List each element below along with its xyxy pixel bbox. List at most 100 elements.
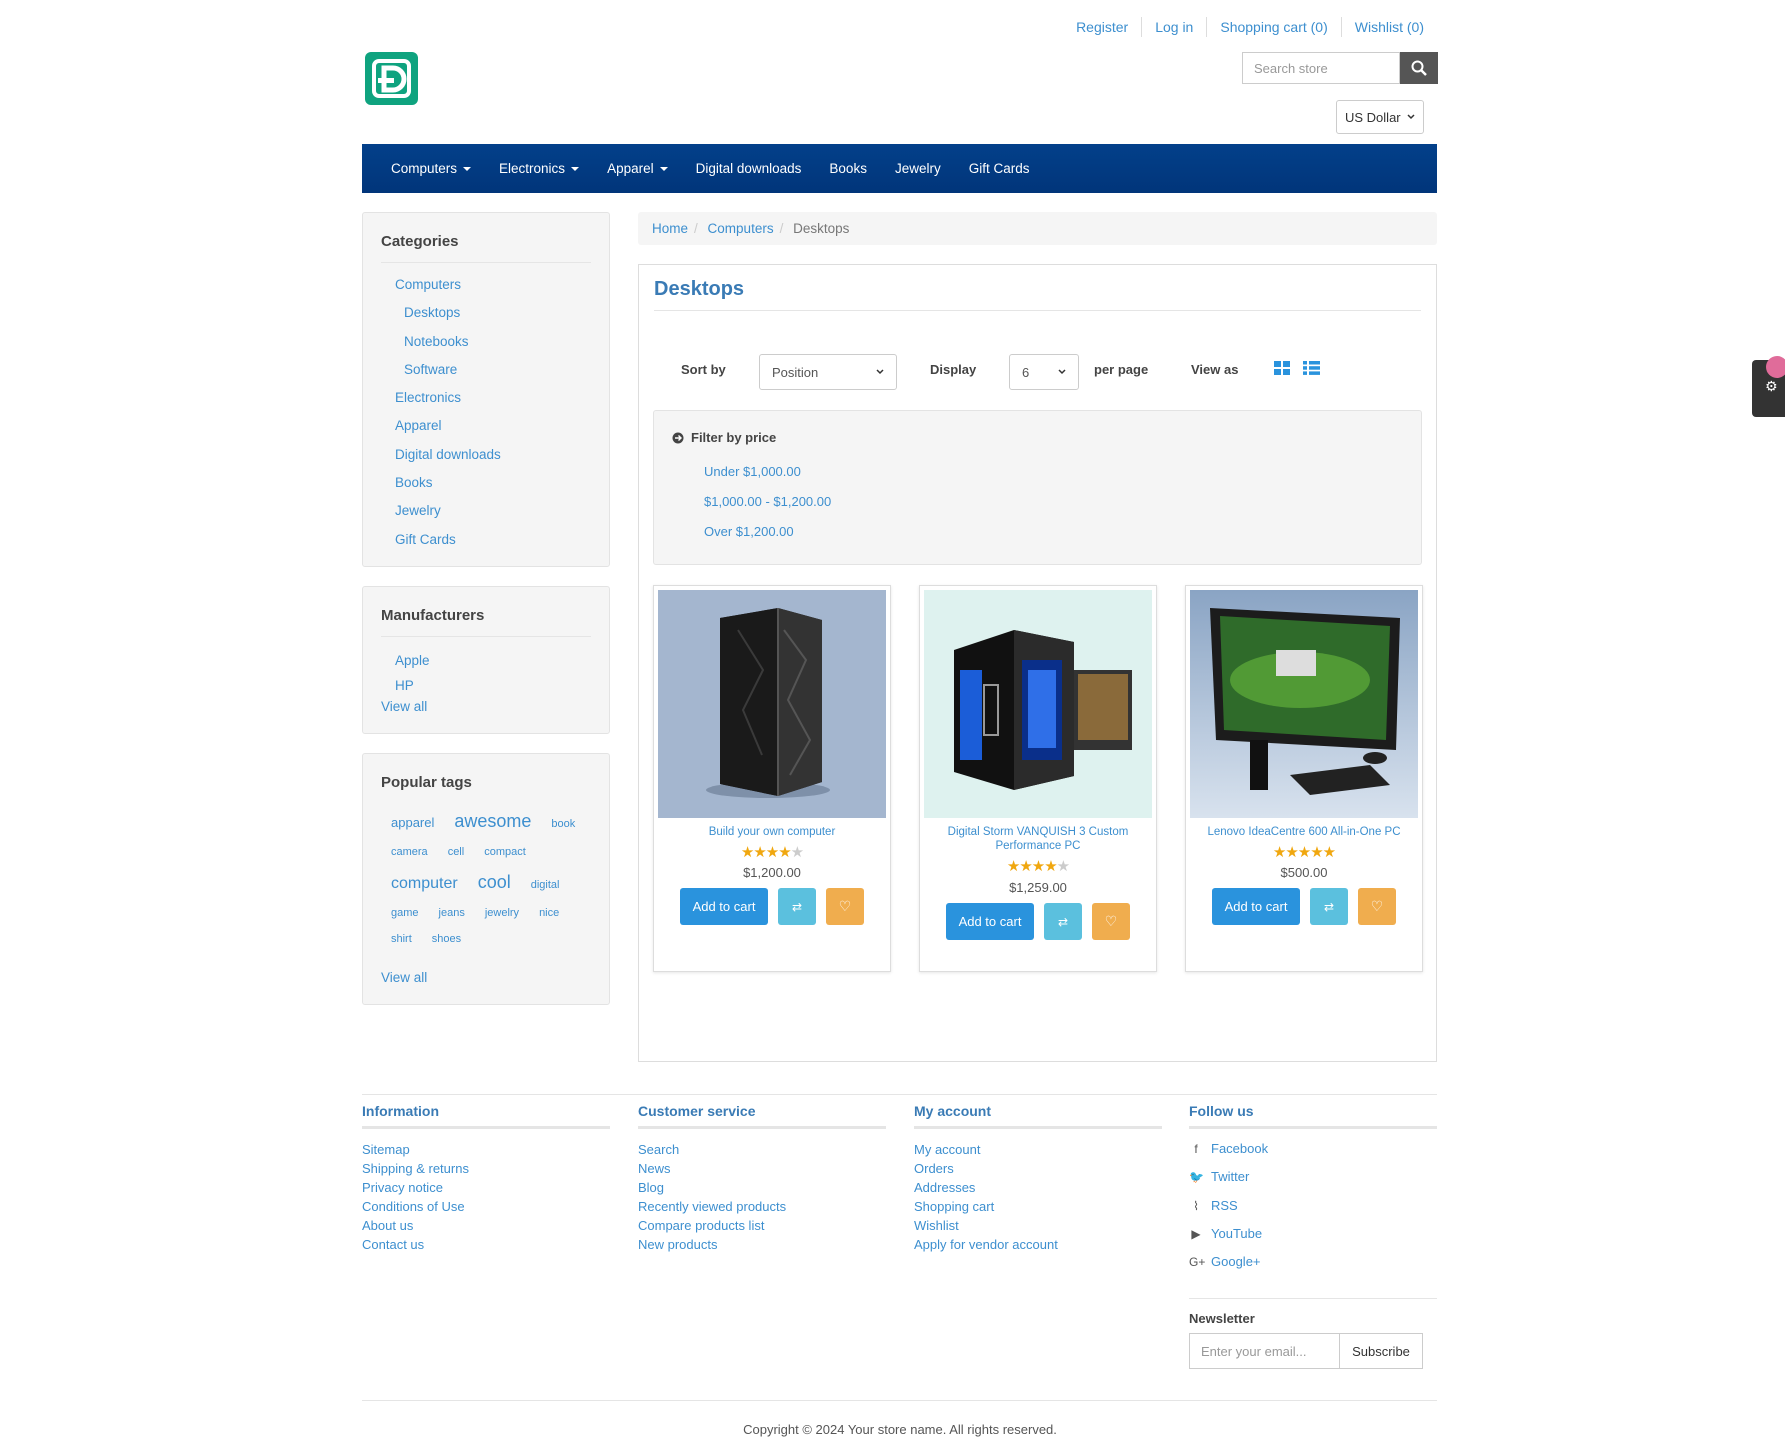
tag-digital[interactable]: digital: [531, 879, 560, 891]
footer-link-addresses[interactable]: Addresses: [914, 1180, 975, 1195]
breadcrumb-computers[interactable]: Computers: [708, 221, 774, 236]
add-to-cart-button[interactable]: Add to cart: [680, 888, 768, 925]
nav-item-gift-cards[interactable]: Gift Cards: [969, 161, 1030, 176]
manufacturers-view-all[interactable]: View all: [381, 699, 427, 714]
newsletter-email-input[interactable]: Enter your email...: [1189, 1333, 1340, 1369]
nav-item-jewelry[interactable]: Jewelry: [895, 161, 941, 176]
tag-shirt[interactable]: shirt: [391, 933, 412, 945]
footer-link-conditions-of-use[interactable]: Conditions of Use: [362, 1199, 465, 1214]
sidebar-item-apparel[interactable]: Apparel: [395, 418, 442, 433]
tag-camera[interactable]: camera: [391, 846, 428, 858]
shopping-cart-link[interactable]: Shopping cart (0): [1206, 17, 1340, 37]
compare-button[interactable]: ⇄: [1310, 888, 1348, 925]
breadcrumb: Home / Computers / Desktops: [638, 212, 1437, 245]
social-link-rss[interactable]: RSS: [1211, 1192, 1238, 1220]
tag-apparel[interactable]: apparel: [391, 815, 434, 830]
compare-icon: ⇄: [1323, 899, 1335, 914]
tag-nice[interactable]: nice: [539, 907, 559, 919]
sidebar-item-desktops[interactable]: Desktops: [404, 305, 460, 320]
product-name[interactable]: Build your own computer: [664, 825, 880, 839]
compare-button[interactable]: ⇄: [1044, 903, 1082, 940]
footer-link-blog[interactable]: Blog: [638, 1180, 664, 1195]
footer-link-sitemap[interactable]: Sitemap: [362, 1142, 410, 1157]
social-link-facebook[interactable]: Facebook: [1211, 1135, 1268, 1163]
footer-link-search[interactable]: Search: [638, 1142, 679, 1157]
social-link-youtube[interactable]: YouTube: [1211, 1220, 1262, 1248]
search-button[interactable]: [1400, 52, 1438, 84]
sidebar-item-books[interactable]: Books: [395, 475, 433, 490]
product-name[interactable]: Digital Storm VANQUISH 3 Custom Performa…: [930, 825, 1146, 853]
tag-jeans[interactable]: jeans: [439, 907, 465, 919]
price-range-under-1000[interactable]: Under $1,000.00: [704, 464, 801, 479]
footer-link-wishlist[interactable]: Wishlist: [914, 1218, 959, 1233]
sidebar-item-gift-cards[interactable]: Gift Cards: [395, 532, 456, 547]
add-to-wishlist-button[interactable]: ♡: [826, 888, 864, 925]
footer-link-new-products[interactable]: New products: [638, 1237, 717, 1252]
add-to-cart-button[interactable]: Add to cart: [946, 903, 1034, 940]
tag-cool[interactable]: cool: [478, 872, 511, 893]
add-to-wishlist-button[interactable]: ♡: [1092, 903, 1130, 940]
nav-item-computers[interactable]: Computers: [391, 161, 472, 176]
sidebar-item-digital-downloads[interactable]: Digital downloads: [395, 447, 501, 462]
tag-compact[interactable]: compact: [484, 846, 526, 858]
price-range-over-1200[interactable]: Over $1,200.00: [704, 524, 794, 539]
tag-awesome[interactable]: awesome: [454, 811, 531, 832]
manufacturer-apple[interactable]: Apple: [395, 653, 430, 668]
add-to-wishlist-button[interactable]: ♡: [1358, 888, 1396, 925]
sidebar-item-computers[interactable]: Computers: [395, 277, 461, 292]
sidebar-item-software[interactable]: Software: [404, 362, 457, 377]
social-link-twitter[interactable]: Twitter: [1211, 1163, 1249, 1191]
register-link[interactable]: Register: [1063, 17, 1141, 37]
footer-link-news[interactable]: News: [638, 1161, 671, 1176]
wishlist-link[interactable]: Wishlist (0): [1340, 17, 1437, 37]
view-as-label: View as: [1191, 362, 1239, 377]
subscribe-button[interactable]: Subscribe: [1340, 1333, 1423, 1369]
price-filter-toggle[interactable]: Filter by price: [672, 430, 776, 445]
footer-link-contact-us[interactable]: Contact us: [362, 1237, 424, 1252]
page-size-select[interactable]: 6: [1009, 354, 1079, 390]
footer-link-orders[interactable]: Orders: [914, 1161, 954, 1176]
sidebar-item-jewelry[interactable]: Jewelry: [395, 503, 441, 518]
compare-button[interactable]: ⇄: [778, 888, 816, 925]
product-image[interactable]: [1190, 590, 1418, 818]
footer-link-recently-viewed-products[interactable]: Recently viewed products: [638, 1199, 786, 1214]
footer-link-apply-for-vendor-account[interactable]: Apply for vendor account: [914, 1237, 1058, 1252]
product-name[interactable]: Lenovo IdeaCentre 600 All-in-One PC: [1196, 825, 1412, 839]
footer-link-shopping-cart[interactable]: Shopping cart: [914, 1199, 994, 1214]
price-range-1000-1200[interactable]: $1,000.00 - $1,200.00: [704, 494, 831, 509]
manufacturer-hp[interactable]: HP: [395, 678, 414, 693]
footer-link-shipping-returns[interactable]: Shipping & returns: [362, 1161, 469, 1176]
grid-view-button[interactable]: [1274, 361, 1290, 380]
tag-computer[interactable]: computer: [391, 875, 458, 893]
tag-shoes[interactable]: shoes: [432, 933, 461, 945]
nav-item-electronics[interactable]: Electronics: [499, 161, 580, 176]
breadcrumb-home[interactable]: Home: [652, 221, 688, 236]
sidebar-item-notebooks[interactable]: Notebooks: [404, 334, 469, 349]
footer-link-privacy-notice[interactable]: Privacy notice: [362, 1180, 443, 1195]
store-logo[interactable]: [365, 52, 418, 105]
product-image[interactable]: [658, 590, 886, 818]
nav-item-books[interactable]: Books: [829, 161, 867, 176]
nav-item-apparel[interactable]: Apparel: [607, 161, 668, 176]
tag-book[interactable]: book: [551, 818, 575, 830]
list-view-button[interactable]: [1303, 361, 1320, 380]
nav-item-digital-downloads[interactable]: Digital downloads: [696, 161, 802, 176]
footer-link-my-account[interactable]: My account: [914, 1142, 980, 1157]
product-image[interactable]: [924, 590, 1152, 818]
sort-by-label: Sort by: [681, 362, 726, 377]
tag-cell[interactable]: cell: [448, 846, 465, 858]
tags-view-all[interactable]: View all: [381, 970, 427, 985]
tag-game[interactable]: game: [391, 907, 419, 919]
add-to-cart-button[interactable]: Add to cart: [1212, 888, 1300, 925]
social-link-google-[interactable]: Google+: [1211, 1248, 1261, 1276]
sort-select[interactable]: Position: [759, 354, 897, 390]
login-link[interactable]: Log in: [1141, 17, 1206, 37]
footer-link-compare-products-list[interactable]: Compare products list: [638, 1218, 764, 1233]
sidebar-item-electronics[interactable]: Electronics: [395, 390, 461, 405]
tag-jewelry[interactable]: jewelry: [485, 907, 519, 919]
footer-link-about-us[interactable]: About us: [362, 1218, 413, 1233]
search-input[interactable]: Search store: [1242, 52, 1400, 84]
currency-select[interactable]: US Dollar: [1336, 100, 1424, 134]
settings-tab[interactable]: ⚙: [1752, 356, 1785, 417]
newsletter-divider: [1189, 1298, 1437, 1299]
